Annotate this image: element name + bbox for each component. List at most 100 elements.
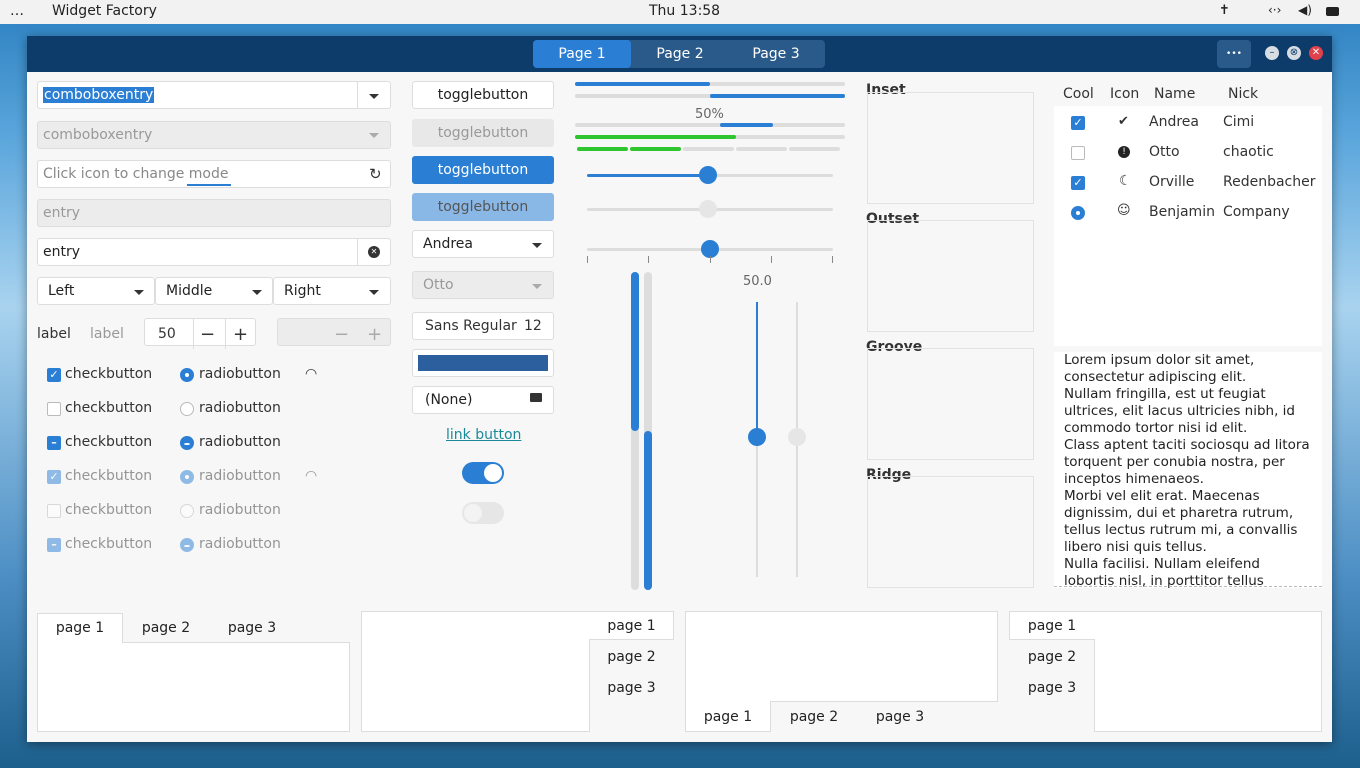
togglebutton-active[interactable]: togglebutton <box>412 156 554 184</box>
notebook3-tab1[interactable]: page 1 <box>685 709 771 725</box>
level-segment <box>577 147 628 151</box>
top-panel: … Widget Factory Thu 13:58 ✝ ‹·› ◀) <box>0 0 1360 24</box>
warning-icon: ! <box>1118 146 1130 158</box>
tab-page-2[interactable]: Page 2 <box>631 40 729 68</box>
togglebutton-disabled: togglebutton <box>412 119 554 147</box>
cool-radio[interactable] <box>1071 206 1085 220</box>
cool-checkbox[interactable]: ✓ <box>1071 116 1085 130</box>
divider <box>193 319 194 349</box>
spin-value[interactable]: 50 <box>158 326 176 342</box>
checkbox-mixed[interactable]: – <box>47 436 61 450</box>
app-menu[interactable]: Widget Factory <box>52 3 157 19</box>
chevron-down-icon[interactable] <box>369 94 379 99</box>
radio-checked[interactable] <box>180 368 194 382</box>
menu-button[interactable]: ••• <box>1217 40 1251 68</box>
progress-label: 50% <box>695 107 724 122</box>
togglebutton-active-disabled: togglebutton <box>412 193 554 221</box>
plus-icon[interactable]: + <box>233 324 248 345</box>
spinner-icon: ◠ <box>305 468 318 484</box>
color-button[interactable] <box>412 349 554 377</box>
battery-icon[interactable] <box>1326 7 1339 16</box>
combobox-entry[interactable]: comboboxentry <box>37 81 391 109</box>
scale-knob-disabled <box>699 200 717 218</box>
column-header-nick[interactable]: Nick <box>1228 86 1258 102</box>
checkbutton-label: checkbutton <box>65 502 153 518</box>
divider <box>357 239 358 265</box>
tree-name: Otto <box>1149 144 1180 160</box>
scrollbar-thumb[interactable] <box>631 272 639 431</box>
refresh-icon[interactable]: ↻ <box>369 165 382 183</box>
notebook4-tab1[interactable]: page 1 <box>1009 618 1095 634</box>
notebook-right-page <box>361 611 590 732</box>
tree-nick: Redenbacher <box>1223 174 1316 190</box>
column-header-cool[interactable]: Cool <box>1063 86 1094 102</box>
volume-icon[interactable]: ◀) <box>1298 3 1312 17</box>
clear-icon[interactable]: ✕ <box>368 246 380 258</box>
entry[interactable]: entry <box>37 238 391 266</box>
radio-unchecked-disabled <box>180 504 194 518</box>
notebook2-tab3[interactable]: page 3 <box>589 680 674 696</box>
scale-knob[interactable] <box>699 166 717 184</box>
notebook2-tab2[interactable]: page 2 <box>589 649 674 665</box>
checkbox-mixed-disabled: – <box>47 538 61 552</box>
level-segment <box>683 147 734 151</box>
switch-on[interactable] <box>462 462 504 484</box>
tab-page-3[interactable]: Page 3 <box>727 40 825 68</box>
radio-mixed[interactable] <box>180 436 194 450</box>
clock[interactable]: Thu 13:58 <box>649 3 720 19</box>
notebook1-tab1[interactable]: page 1 <box>37 620 123 636</box>
tree-nick: Cimi <box>1223 114 1255 130</box>
activities-button[interactable]: … <box>10 3 24 19</box>
text-view[interactable]: Lorem ipsum dolor sit amet, consectetur … <box>1054 352 1322 588</box>
vscale-fill <box>756 302 758 437</box>
progress-fill <box>575 82 710 86</box>
chevron-down-icon[interactable] <box>369 290 379 295</box>
network-icon[interactable]: ‹·› <box>1268 3 1281 17</box>
minimize-icon[interactable]: – <box>1265 46 1279 60</box>
notebook2-tab1[interactable]: page 1 <box>589 618 674 634</box>
column-header-name[interactable]: Name <box>1154 86 1195 102</box>
radiobutton-label: radiobutton <box>199 502 281 518</box>
checkbox-checked[interactable]: ✓ <box>47 368 61 382</box>
scale-mark <box>710 256 711 263</box>
togglebutton[interactable]: togglebutton <box>412 81 554 109</box>
link-button[interactable]: link button <box>446 427 521 443</box>
checkbutton-label: checkbutton <box>65 536 153 552</box>
color-swatch <box>418 355 548 371</box>
divider <box>357 82 358 108</box>
checkbutton-label: checkbutton <box>65 400 153 416</box>
chevron-down-icon <box>532 284 542 289</box>
notebook3-tab3[interactable]: page 3 <box>857 709 943 725</box>
notebook4-tab2[interactable]: page 2 <box>1009 649 1095 665</box>
chevron-down-icon[interactable] <box>134 290 144 295</box>
progress-bar-pulse <box>575 123 845 127</box>
notebook4-tab3[interactable]: page 3 <box>1009 680 1095 696</box>
notebook3-tab2[interactable]: page 2 <box>771 709 857 725</box>
scrollbar-thumb[interactable] <box>644 431 652 590</box>
level-segment <box>630 147 681 151</box>
font-size: 12 <box>524 318 542 334</box>
checkbox-unchecked[interactable] <box>47 402 61 416</box>
vscale-knob[interactable] <box>748 428 766 446</box>
tab-page-1[interactable]: Page 1 <box>533 40 631 68</box>
tree-name: Benjamin <box>1149 204 1215 220</box>
progress-fill <box>710 94 845 98</box>
maximize-icon[interactable]: ⊗ <box>1287 46 1301 60</box>
cool-checkbox[interactable]: ✓ <box>1071 176 1085 190</box>
check-circle-icon: ✔ <box>1118 114 1129 129</box>
notebook1-tab2[interactable]: page 2 <box>123 620 209 636</box>
radio-unchecked[interactable] <box>180 402 194 416</box>
scale-mark <box>771 256 772 263</box>
notebook1-tab3[interactable]: page 3 <box>209 620 295 636</box>
minus-icon[interactable]: − <box>200 324 215 345</box>
accessibility-icon[interactable]: ✝ <box>1219 3 1230 18</box>
close-icon[interactable]: ✕ <box>1309 46 1323 60</box>
tree-view[interactable] <box>1054 106 1322 346</box>
label-disabled: label <box>90 326 124 342</box>
checkbox-unchecked-disabled <box>47 504 61 518</box>
chevron-down-icon[interactable] <box>252 290 262 295</box>
chevron-down-icon[interactable] <box>532 243 542 248</box>
cool-checkbox[interactable] <box>1071 146 1085 160</box>
column-header-icon[interactable]: Icon <box>1110 86 1139 102</box>
tree-nick: chaotic <box>1223 144 1274 160</box>
